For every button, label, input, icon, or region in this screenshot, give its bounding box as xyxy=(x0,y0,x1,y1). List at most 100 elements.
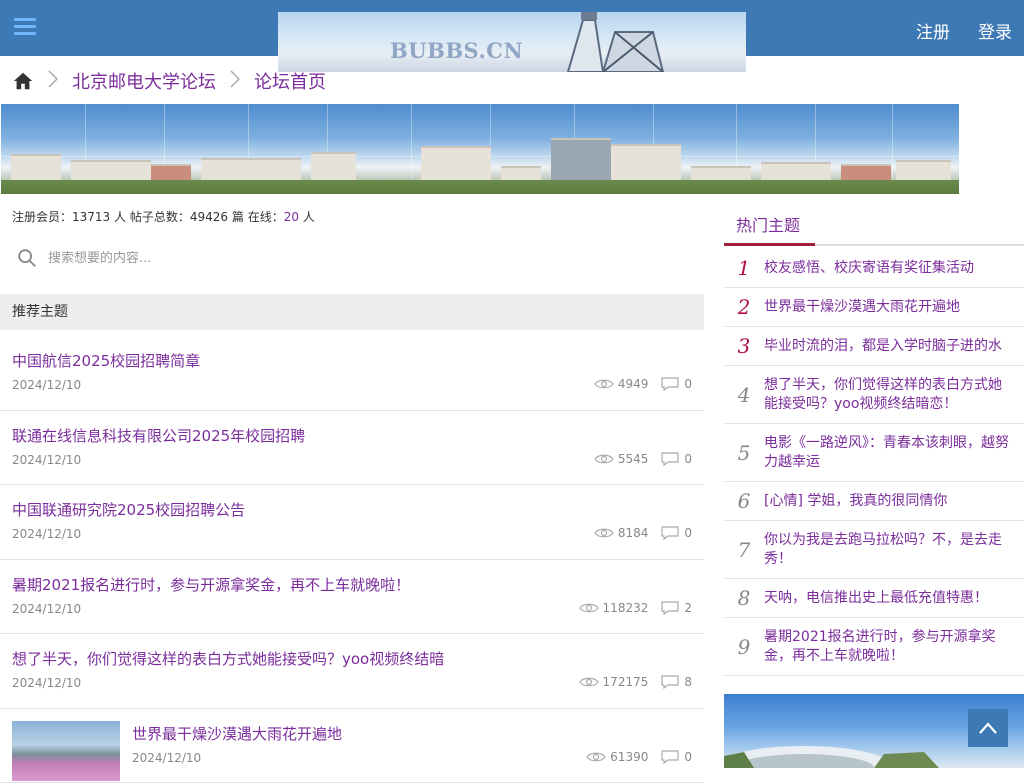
hot-topic-title[interactable]: 你以为我是去跑马拉松吗？不，是去走秀！ xyxy=(764,531,1024,569)
topic-meta: 8184 0 xyxy=(594,525,692,541)
topic-title[interactable]: 世界最干燥沙漠遇大雨花开遍地 xyxy=(132,723,342,744)
topic-replies: 0 xyxy=(684,526,692,540)
chevron-right-icon xyxy=(48,70,58,92)
hot-topic-title[interactable]: [心情] 学姐，我真的很同情你 xyxy=(764,492,1024,511)
hot-topic-title[interactable]: 天呐，电信推出史上最低充值特惠！ xyxy=(764,589,1024,608)
list-item[interactable]: 暑期2021报名进行时，参与开源拿奖金，再不上车就晚啦！ 2024/12/10 … xyxy=(0,560,704,635)
topic-replies: 0 xyxy=(684,377,692,391)
topic-meta: 5545 0 xyxy=(594,451,692,467)
register-link[interactable]: 注册 xyxy=(916,18,950,43)
comment-icon xyxy=(660,451,680,467)
hamburger-menu-icon[interactable] xyxy=(14,18,36,38)
topic-views: 8184 xyxy=(618,526,649,540)
topic-title[interactable]: 中国航信2025校园招聘简章 xyxy=(12,350,200,371)
topic-replies: 8 xyxy=(684,675,692,689)
rank-number: 2 xyxy=(724,295,764,319)
login-link[interactable]: 登录 xyxy=(978,18,1012,43)
list-item[interactable]: 9 暑期2021报名进行时，参与开源拿奖金，再不上车就晚啦！ xyxy=(724,618,1024,676)
topic-thumbnail[interactable] xyxy=(12,721,120,781)
eye-icon xyxy=(594,377,614,391)
topic-views: 172175 xyxy=(603,675,649,689)
comment-icon xyxy=(660,674,680,690)
list-item[interactable]: 想了半天，你们觉得这样的表白方式她能接受吗？yoo视频终结暗 2024/12/1… xyxy=(0,634,704,709)
comment-icon xyxy=(660,376,680,392)
list-item[interactable]: 3 毕业时流的泪，都是入学时脑子进的水 xyxy=(724,327,1024,366)
topic-date: 2024/12/10 xyxy=(12,602,81,616)
back-to-top-button[interactable] xyxy=(968,709,1008,747)
chevron-right-icon xyxy=(230,70,240,92)
eye-icon xyxy=(594,526,614,540)
topic-date: 2024/12/10 xyxy=(12,527,81,541)
list-item[interactable]: 世界最干燥沙漠遇大雨花开遍地 2024/12/10 61390 0 xyxy=(0,709,704,783)
hot-topics-header: 热门主题 xyxy=(724,200,1024,246)
rank-number: 3 xyxy=(724,334,764,358)
topic-title[interactable]: 联通在线信息科技有限公司2025年校园招聘 xyxy=(12,425,305,446)
auth-actions: 注册 登录 xyxy=(916,18,1012,43)
posts-count: 49426 xyxy=(190,210,228,224)
home-icon[interactable] xyxy=(12,70,34,92)
topic-date: 2024/12/10 xyxy=(12,676,81,690)
list-item[interactable]: 联通在线信息科技有限公司2025年校园招聘 2024/12/10 5545 0 xyxy=(0,411,704,486)
search-bar xyxy=(12,240,692,276)
list-item[interactable]: 7 你以为我是去跑马拉松吗？不，是去走秀！ xyxy=(724,521,1024,579)
chevron-up-icon xyxy=(978,721,998,735)
eye-icon xyxy=(579,601,599,615)
topic-views: 61390 xyxy=(610,750,648,764)
list-item[interactable]: 8 天呐，电信推出史上最低充值特惠！ xyxy=(724,579,1024,618)
campus-banner-image xyxy=(1,104,959,194)
topic-date: 2024/12/10 xyxy=(132,751,201,765)
online-label: 在线： xyxy=(248,210,284,224)
hot-topic-title[interactable]: 校友感悟、校庆寄语有奖征集活动 xyxy=(764,259,1024,278)
topic-meta: 172175 8 xyxy=(579,674,692,690)
search-icon[interactable] xyxy=(16,247,38,269)
topic-meta: 4949 0 xyxy=(594,376,692,392)
search-input[interactable] xyxy=(48,251,648,266)
members-label: 注册会员： xyxy=(12,210,72,224)
hot-topic-title[interactable]: 世界最干燥沙漠遇大雨花开遍地 xyxy=(764,298,1024,317)
list-item[interactable]: 中国航信2025校园招聘简章 2024/12/10 4949 0 xyxy=(0,336,704,411)
comment-icon xyxy=(660,525,680,541)
hot-topic-title[interactable]: 想了半天，你们觉得这样的表白方式她能接受吗？yoo视频终结暗恋！ xyxy=(764,376,1024,414)
rank-number: 9 xyxy=(724,635,764,659)
breadcrumb-forum-link[interactable]: 北京邮电大学论坛 xyxy=(72,68,216,94)
topic-meta: 61390 0 xyxy=(586,749,692,765)
active-tab-indicator xyxy=(724,243,815,246)
topic-title[interactable]: 中国联通研究院2025校园招聘公告 xyxy=(12,499,245,520)
hot-topic-title[interactable]: 电影《一路逆风》：青春本该刺眼，越努力越幸运 xyxy=(764,434,1024,472)
online-unit: 人 xyxy=(299,210,315,224)
list-item[interactable]: 2 世界最干燥沙漠遇大雨花开遍地 xyxy=(724,288,1024,327)
topic-views: 4949 xyxy=(618,377,649,391)
breadcrumb-home-link[interactable]: 论坛首页 xyxy=(254,68,326,94)
rank-number: 4 xyxy=(724,383,764,407)
members-unit: 人 xyxy=(110,210,130,224)
topic-date: 2024/12/10 xyxy=(12,453,81,467)
site-logo[interactable]: BUBBS.CN xyxy=(278,12,746,72)
rank-number: 5 xyxy=(724,441,764,465)
topic-date: 2024/12/10 xyxy=(12,378,81,392)
rank-number: 8 xyxy=(724,586,764,610)
topic-views: 5545 xyxy=(618,452,649,466)
list-item[interactable]: 4 想了半天，你们觉得这样的表白方式她能接受吗？yoo视频终结暗恋！ xyxy=(724,366,1024,424)
topic-meta: 118232 2 xyxy=(579,600,692,616)
comment-icon xyxy=(660,600,680,616)
list-item[interactable]: 1 校友感悟、校庆寄语有奖征集活动 xyxy=(724,249,1024,288)
list-item[interactable]: 5 电影《一路逆风》：青春本该刺眼，越努力越幸运 xyxy=(724,424,1024,482)
topic-views: 118232 xyxy=(603,601,649,615)
logo-building-graphic xyxy=(563,12,683,72)
topic-replies: 2 xyxy=(684,601,692,615)
recommended-topic-list: 中国航信2025校园招聘简章 2024/12/10 4949 0 联通在线信息科… xyxy=(0,336,704,783)
rank-number: 6 xyxy=(724,489,764,513)
rank-number: 7 xyxy=(724,538,764,562)
eye-icon xyxy=(594,452,614,466)
topic-replies: 0 xyxy=(684,750,692,764)
hot-topic-title[interactable]: 毕业时流的泪，都是入学时脑子进的水 xyxy=(764,337,1024,356)
topic-title[interactable]: 暑期2021报名进行时，参与开源拿奖金，再不上车就晚啦！ xyxy=(12,574,410,595)
forum-stats: 注册会员：13713 人 帖子总数：49426 篇 在线：20 人 xyxy=(12,208,315,225)
recommended-heading: 推荐主题 xyxy=(0,294,704,330)
online-count[interactable]: 20 xyxy=(284,210,299,224)
hot-topics-tab[interactable]: 热门主题 xyxy=(736,212,800,236)
hot-topic-title[interactable]: 暑期2021报名进行时，参与开源拿奖金，再不上车就晚啦！ xyxy=(764,628,1024,666)
list-item[interactable]: 6 [心情] 学姐，我真的很同情你 xyxy=(724,482,1024,521)
list-item[interactable]: 中国联通研究院2025校园招聘公告 2024/12/10 8184 0 xyxy=(0,485,704,560)
topic-title[interactable]: 想了半天，你们觉得这样的表白方式她能接受吗？yoo视频终结暗 xyxy=(12,648,444,669)
